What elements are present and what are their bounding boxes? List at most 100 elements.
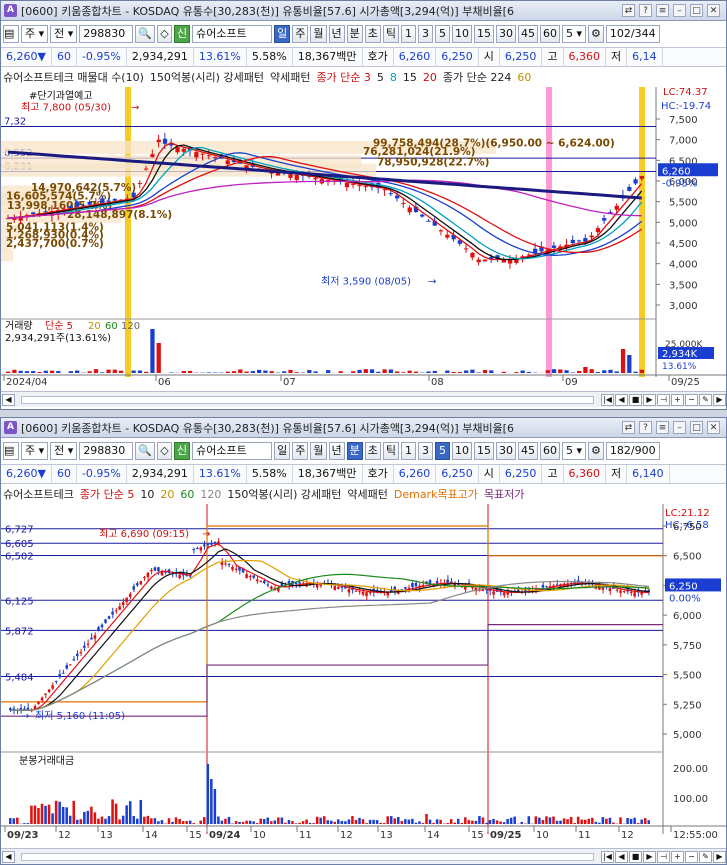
zoom-out-icon[interactable]: −	[685, 850, 698, 863]
period-year[interactable]: 년	[328, 25, 345, 43]
zoom-out-icon[interactable]: −	[685, 393, 698, 406]
maximize-icon[interactable]: □	[690, 421, 703, 434]
chart-scrollbar[interactable]	[21, 852, 594, 861]
first-icon[interactable]: |◀	[601, 850, 614, 863]
minimize-icon[interactable]: –	[673, 4, 686, 17]
chart-scrollbar[interactable]	[21, 395, 594, 404]
indicator-legend[interactable]: 슈어소프트테크 종가 단순 5 10 20 60 120 150억봉(시리) 강세패턴 약세패…	[3, 486, 524, 502]
type-select[interactable]: 주 ▾	[21, 25, 49, 43]
legend-item[interactable]: 150억봉(시리) 강세패턴	[150, 69, 264, 85]
zoom-in-icon[interactable]: +	[671, 850, 684, 863]
next-icon[interactable]: ▶	[643, 393, 656, 406]
legend-item[interactable]: 목표저가	[484, 486, 524, 502]
interval-1[interactable]: 1	[401, 442, 417, 460]
legend-item[interactable]: 슈어소프트테크	[3, 486, 74, 502]
link-icon[interactable]: ⇄	[622, 4, 635, 17]
period-minute[interactable]: 분	[346, 442, 363, 460]
scroll-left-icon[interactable]: ◀	[2, 393, 15, 406]
period-week[interactable]: 주	[292, 442, 309, 460]
layout-icon[interactable]: ▤	[3, 25, 19, 43]
interval-5[interactable]: 5	[435, 25, 451, 43]
interval-60[interactable]: 60	[540, 442, 561, 460]
period-month[interactable]: 월	[310, 442, 327, 460]
prev-icon[interactable]: ◀	[615, 850, 628, 863]
period-day[interactable]: 일	[274, 442, 291, 460]
zoom-in-icon[interactable]: +	[671, 393, 684, 406]
legend-item[interactable]: 60	[517, 71, 531, 84]
interval-3[interactable]: 3	[418, 442, 434, 460]
legend-item[interactable]: 5	[377, 71, 384, 84]
layout-icon[interactable]: ▤	[3, 442, 19, 460]
interval-60[interactable]: 60	[540, 25, 561, 43]
scroll-right-icon[interactable]: ▶	[713, 393, 726, 406]
stop-icon[interactable]: ■	[629, 850, 642, 863]
help-icon[interactable]: ?	[639, 421, 652, 434]
type-select[interactable]: 주 ▾	[21, 442, 49, 460]
interval-30[interactable]: 30	[496, 25, 517, 43]
period-minute[interactable]: 분	[346, 25, 363, 43]
close-icon[interactable]: ✕	[707, 421, 720, 434]
mode-select[interactable]: 전 ▾	[50, 442, 78, 460]
legend-item[interactable]: 종가 단순 5	[80, 486, 134, 502]
legend-item[interactable]: 150억봉(시리) 강세패턴	[227, 486, 341, 502]
interval-10[interactable]: 10	[452, 442, 473, 460]
legend-item[interactable]: 약세패턴	[347, 486, 387, 502]
legend-item[interactable]: 슈어소프트테크 매물대 수(10)	[3, 69, 144, 85]
tools-icon[interactable]: ✎	[699, 393, 712, 406]
menu-icon[interactable]: ≡	[656, 421, 669, 434]
zoom-slider-icon[interactable]: ⊣	[657, 850, 670, 863]
interval-select[interactable]: 5 ▾	[562, 25, 587, 43]
interval-select[interactable]: 5 ▾	[562, 442, 587, 460]
legend-item[interactable]: 10	[140, 488, 154, 501]
legend-item[interactable]: 120	[200, 488, 221, 501]
period-week[interactable]: 주	[292, 25, 309, 43]
legend-item[interactable]: Demark목표고가	[394, 486, 478, 502]
next-icon[interactable]: ▶	[643, 850, 656, 863]
period-second[interactable]: 초	[364, 442, 381, 460]
favorite-icon[interactable]: ◇	[157, 442, 173, 460]
link-icon[interactable]: ⇄	[622, 421, 635, 434]
scroll-left-icon[interactable]: ◀	[2, 850, 15, 863]
interval-5[interactable]: 5	[435, 442, 451, 460]
legend-item[interactable]: 종가 단순 224	[443, 69, 511, 85]
settings-icon[interactable]: ⚙	[588, 442, 604, 460]
interval-10[interactable]: 10	[452, 25, 473, 43]
legend-item[interactable]: 8	[390, 71, 397, 84]
tools-icon[interactable]: ✎	[699, 850, 712, 863]
interval-45[interactable]: 45	[518, 442, 539, 460]
interval-30[interactable]: 30	[496, 442, 517, 460]
period-second[interactable]: 초	[364, 25, 381, 43]
close-icon[interactable]: ✕	[707, 4, 720, 17]
minimize-icon[interactable]: –	[673, 421, 686, 434]
scroll-right-icon[interactable]: ▶	[713, 850, 726, 863]
period-tick[interactable]: 틱	[382, 442, 400, 460]
indicator-legend[interactable]: 슈어소프트테크 매물대 수(10) 150억봉(시리) 강세패턴 약세패턴 종가 단순…	[3, 69, 531, 85]
prev-icon[interactable]: ◀	[615, 393, 628, 406]
period-month[interactable]: 월	[310, 25, 327, 43]
period-tick[interactable]: 틱	[382, 25, 400, 43]
interval-3[interactable]: 3	[418, 25, 434, 43]
menu-icon[interactable]: ≡	[656, 4, 669, 17]
zoom-slider-icon[interactable]: ⊣	[657, 393, 670, 406]
period-day[interactable]: 일	[274, 25, 291, 43]
interval-1[interactable]: 1	[401, 25, 417, 43]
daily-candlestick-chart[interactable]: 7,5007,0006,5006,0005,5005,0004,5004,000…	[1, 87, 726, 387]
first-icon[interactable]: |◀	[601, 393, 614, 406]
legend-item[interactable]: 종가 단순 3	[316, 69, 370, 85]
interval-45[interactable]: 45	[518, 25, 539, 43]
maximize-icon[interactable]: □	[690, 4, 703, 17]
search-icon[interactable]: 🔍	[135, 442, 156, 460]
legend-item[interactable]: 약세패턴	[270, 69, 310, 85]
help-icon[interactable]: ?	[639, 4, 652, 17]
mode-select[interactable]: 전 ▾	[50, 25, 78, 43]
stop-icon[interactable]: ■	[629, 393, 642, 406]
code-input[interactable]: 298830	[79, 442, 134, 460]
legend-item[interactable]: 20	[160, 488, 174, 501]
legend-item[interactable]: 15	[403, 71, 417, 84]
minute-candlestick-chart[interactable]: LC:21.12HC:-6.586,7506,5006,2506,0005,75…	[1, 504, 726, 844]
favorite-icon[interactable]: ◇	[157, 25, 173, 43]
interval-15[interactable]: 15	[474, 442, 495, 460]
period-year[interactable]: 년	[328, 442, 345, 460]
legend-item[interactable]: 20	[423, 71, 437, 84]
interval-15[interactable]: 15	[474, 25, 495, 43]
